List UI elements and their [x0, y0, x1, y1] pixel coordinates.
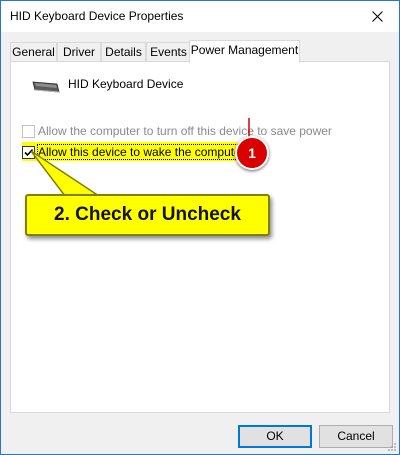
keyboard-icon	[32, 81, 60, 93]
tab-general[interactable]: General	[10, 42, 57, 61]
close-icon	[371, 11, 383, 22]
resize-grip-icon[interactable]	[387, 442, 397, 452]
allow-turn-off-checkbox[interactable]	[22, 124, 35, 138]
power-management-panel: HID Keyboard Device Allow the computer t…	[10, 61, 390, 413]
option-allow-turn-off: Allow the computer to turn off this devi…	[22, 123, 332, 139]
tab-power-management[interactable]: Power Management	[189, 40, 300, 63]
tab-strip: General Driver Details Events Power Mana…	[10, 40, 390, 63]
device-name: HID Keyboard Device	[68, 77, 184, 91]
tab-details[interactable]: Details	[101, 42, 146, 61]
close-button[interactable]	[355, 1, 399, 32]
ok-button[interactable]: OK	[238, 425, 312, 448]
window-title: HID Keyboard Device Properties	[10, 9, 184, 23]
tab-driver[interactable]: Driver	[57, 42, 101, 61]
properties-dialog: HID Keyboard Device Properties General D…	[0, 0, 400, 455]
step-one-badge: 1	[235, 136, 269, 170]
instruction-callout: 2. Check or Uncheck	[25, 194, 270, 236]
allow-turn-off-label: Allow the computer to turn off this devi…	[38, 124, 332, 138]
title-bar[interactable]: HID Keyboard Device Properties	[1, 1, 399, 32]
cancel-button[interactable]: Cancel	[319, 425, 393, 448]
callout-pointer	[31, 151, 102, 197]
tab-events[interactable]: Events	[146, 42, 191, 61]
